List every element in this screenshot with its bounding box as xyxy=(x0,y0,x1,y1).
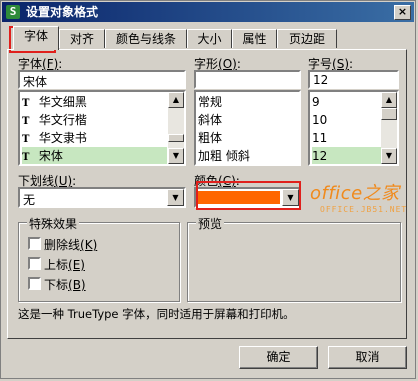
font-info-text: 这是一种 TrueType 字体，同时适用于屏幕和打印机。 xyxy=(18,307,295,321)
font-list[interactable]: T 华文细黑 T 华文行楷 T 华文隶书 T 宋体 ▲ ▼ xyxy=(18,90,186,166)
scroll-up-icon[interactable]: ▲ xyxy=(168,92,184,108)
list-item[interactable]: T 华文细黑 xyxy=(22,93,167,111)
ok-button[interactable]: 确定 xyxy=(239,346,318,369)
watermark-sub: OFFICE.JB51.NET xyxy=(320,205,408,214)
watermark: office之家 OFFICE.JB51.NET xyxy=(310,179,410,214)
list-item[interactable]: 10 xyxy=(312,111,382,129)
effects-title: 特殊效果 xyxy=(27,215,80,232)
effects-group: 特殊效果 xyxy=(18,215,180,302)
list-item[interactable]: 斜体 xyxy=(198,111,222,129)
tab-alignment[interactable]: 对齐 xyxy=(59,29,105,48)
list-item-selected[interactable]: T 宋体 xyxy=(22,147,167,164)
size-list-scrollbar[interactable]: ▲ ▼ xyxy=(381,92,397,164)
superscript-checkbox[interactable] xyxy=(28,257,41,270)
chevron-down-icon[interactable]: ▼ xyxy=(282,189,299,206)
size-list[interactable]: 9 10 11 12 ▲ ▼ xyxy=(308,90,399,166)
underline-select[interactable]: 无 ▼ xyxy=(18,187,186,208)
scroll-up-icon[interactable]: ▲ xyxy=(381,92,397,108)
truetype-icon: T xyxy=(22,152,30,163)
list-item[interactable]: 9 xyxy=(312,93,382,111)
list-item[interactable]: 加粗 倾斜 xyxy=(198,147,250,164)
size-input[interactable]: 12 xyxy=(308,70,399,89)
style-list[interactable]: 常规 斜体 粗体 加粗 倾斜 xyxy=(194,90,301,166)
font-list-scrollbar[interactable]: ▲ ▼ xyxy=(168,92,184,164)
tab-size[interactable]: 大小 xyxy=(187,29,232,48)
underline-select-value: 无 xyxy=(23,193,36,207)
font-input[interactable]: 宋体 xyxy=(18,70,186,89)
format-object-dialog: S 设置对象格式 × 字体 对齐 颜色与线条 大小 属性 页边距 字体(F): … xyxy=(0,0,416,379)
subscript-label: 下标(B) xyxy=(44,278,86,292)
style-input[interactable] xyxy=(194,70,301,89)
watermark-main: office之家 xyxy=(310,183,400,204)
scroll-thumb[interactable] xyxy=(168,134,184,142)
color-swatch xyxy=(198,191,280,204)
font-input-value: 宋体 xyxy=(23,75,48,89)
preview-title: 预览 xyxy=(196,215,225,232)
close-icon[interactable]: × xyxy=(394,5,411,20)
list-item[interactable]: T 华文行楷 xyxy=(22,111,167,129)
tab-properties[interactable]: 属性 xyxy=(232,29,277,48)
list-item[interactable]: 常规 xyxy=(198,93,222,111)
list-item[interactable]: T 华文隶书 xyxy=(22,129,167,147)
wps-app-icon: S xyxy=(6,5,20,19)
list-item[interactable]: 粗体 xyxy=(198,129,222,147)
list-item-selected[interactable]: 12 xyxy=(312,147,382,164)
list-item[interactable]: 11 xyxy=(312,129,382,147)
dialog-title: 设置对象格式 xyxy=(26,5,99,19)
tab-font[interactable]: 字体 xyxy=(13,26,59,50)
subscript-checkbox[interactable] xyxy=(28,277,41,290)
size-input-value: 12 xyxy=(313,73,329,87)
scroll-down-icon[interactable]: ▼ xyxy=(168,148,184,164)
tab-margins[interactable]: 页边距 xyxy=(277,29,337,48)
title-bar: S 设置对象格式 × xyxy=(2,2,414,22)
strikethrough-checkbox[interactable] xyxy=(28,237,41,250)
scroll-thumb[interactable] xyxy=(381,108,397,120)
color-select[interactable]: ▼ xyxy=(194,187,301,208)
preview-group: 预览 xyxy=(187,215,401,302)
chevron-down-icon[interactable]: ▼ xyxy=(167,189,184,206)
cancel-button[interactable]: 取消 xyxy=(328,346,407,369)
tab-colors-lines[interactable]: 颜色与线条 xyxy=(105,29,187,48)
strikethrough-label: 删除线(K) xyxy=(44,238,98,252)
superscript-label: 上标(E) xyxy=(44,258,85,272)
scroll-down-icon[interactable]: ▼ xyxy=(381,148,397,164)
